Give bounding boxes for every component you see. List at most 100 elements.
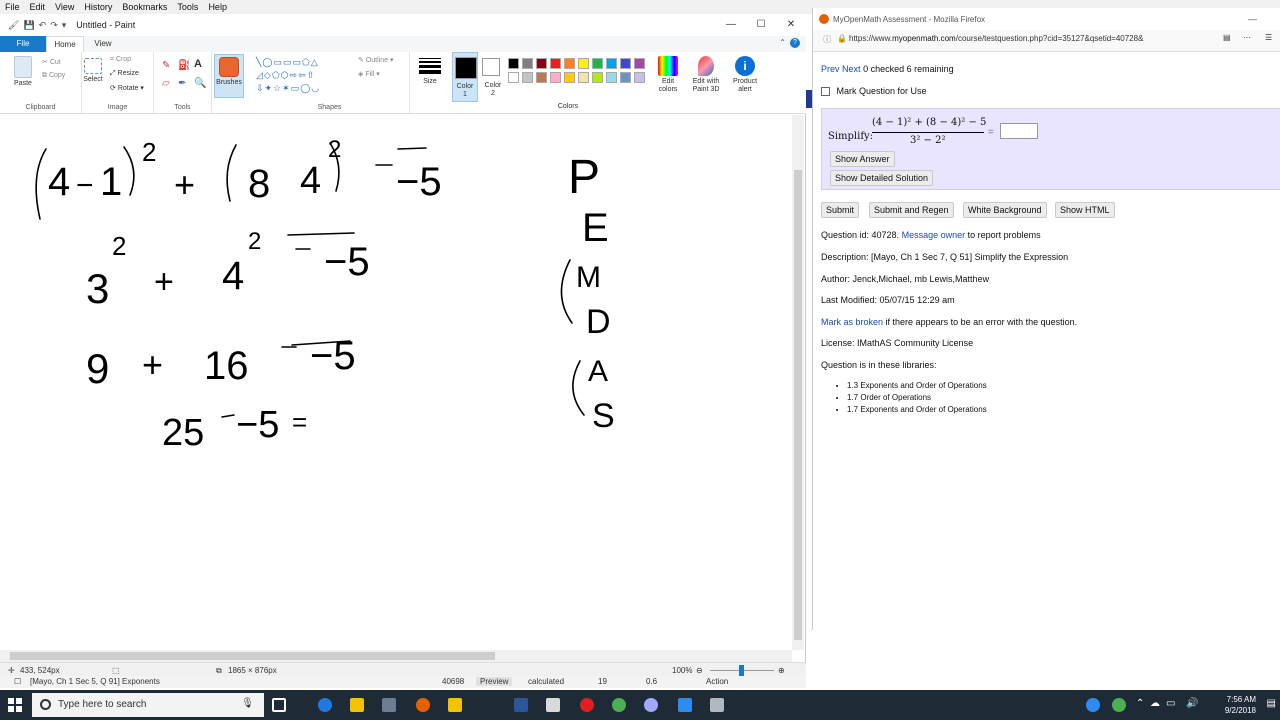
brushes-button[interactable]: Brushes: [214, 54, 244, 98]
zoom-out-icon[interactable]: ⊖: [696, 666, 703, 675]
redo-icon[interactable]: ↷: [50, 20, 58, 31]
people-icon[interactable]: [1112, 698, 1126, 712]
file-explorer-icon[interactable]: [448, 698, 462, 712]
tab-file[interactable]: File: [0, 36, 46, 52]
menu-tools[interactable]: Tools: [172, 2, 203, 12]
taskbar-search[interactable]: Type here to search 🎙: [32, 693, 264, 717]
help-icon[interactable]: ?: [790, 38, 800, 48]
fill-button[interactable]: ◈ Fill ▾: [358, 70, 380, 78]
color-picker-icon[interactable]: ✒: [178, 78, 186, 89]
prev-link[interactable]: Prev: [821, 64, 840, 74]
undo-icon[interactable]: ↶: [39, 20, 47, 31]
palette-swatch[interactable]: [508, 58, 519, 69]
zoom-in-icon[interactable]: ⊕: [778, 666, 785, 675]
vscroll-thumb[interactable]: [794, 170, 802, 640]
submit-button[interactable]: Submit: [821, 202, 860, 218]
palette-swatch[interactable]: [620, 72, 631, 83]
menu-bookmarks[interactable]: Bookmarks: [117, 2, 172, 12]
windows-start-icon[interactable]: [8, 698, 22, 712]
palette-swatch[interactable]: [620, 58, 631, 69]
show-solution-button[interactable]: Show Detailed Solution: [830, 170, 934, 186]
copy-button[interactable]: ⧉ Copy: [42, 72, 65, 80]
palette-swatch[interactable]: [550, 58, 561, 69]
palette-swatch[interactable]: [634, 72, 645, 83]
answer-input[interactable]: [1000, 123, 1038, 139]
help-tray-icon[interactable]: [1086, 698, 1100, 712]
select-button[interactable]: Select: [82, 58, 104, 83]
message-owner-link[interactable]: Message owner: [902, 230, 966, 240]
save-icon[interactable]: 💾: [23, 20, 34, 31]
maximize-icon[interactable]: ☐: [746, 14, 776, 36]
customize-qat-icon[interactable]: ▾: [62, 20, 67, 31]
product-alert-button[interactable]: i Product alert: [728, 56, 762, 94]
shapes-gallery[interactable]: ╲◯▭▭▭⬠△ ◿◇⬠⬡⇨⇦⇧ ⇩✦☆✶▭◯◡: [256, 56, 352, 96]
edit-colors-button[interactable]: Edit colors: [652, 56, 684, 94]
crop-button[interactable]: ⌗ Crop: [110, 56, 131, 64]
task-view-icon[interactable]: [272, 698, 286, 712]
magnifier-icon[interactable]: 🔍: [194, 78, 206, 89]
palette-swatch[interactable]: [606, 72, 617, 83]
palette-swatch[interactable]: [564, 72, 575, 83]
zoom-slider-thumb[interactable]: [739, 665, 744, 676]
firefox-taskbar-icon[interactable]: [416, 698, 430, 712]
palette-swatch[interactable]: [578, 58, 589, 69]
palette-swatch[interactable]: [578, 72, 589, 83]
palette-swatch[interactable]: [606, 58, 617, 69]
palette-swatch[interactable]: [508, 72, 519, 83]
mail-icon[interactable]: [546, 698, 560, 712]
ff-minimize-icon[interactable]: —: [1248, 14, 1257, 24]
address-bar[interactable]: ⓘ 🔒 https://www.myopenmath.com/course/te…: [813, 30, 1280, 52]
hscroll-thumb[interactable]: [10, 652, 495, 660]
tray-up-icon[interactable]: ⌃: [1136, 698, 1144, 709]
palette-swatch[interactable]: [536, 58, 547, 69]
info-circle-icon[interactable]: ⓘ: [823, 34, 831, 45]
edge-icon[interactable]: [318, 698, 332, 712]
palette-swatch[interactable]: [634, 58, 645, 69]
palette-swatch[interactable]: [522, 72, 533, 83]
hamburger-menu-icon[interactable]: ☰: [1265, 33, 1272, 42]
zoom-icon[interactable]: [678, 698, 692, 712]
minimize-icon[interactable]: —: [716, 14, 746, 36]
submit-regen-button[interactable]: Submit and Regen: [869, 202, 954, 218]
palette-swatch[interactable]: [564, 58, 575, 69]
palette-swatch[interactable]: [592, 58, 603, 69]
volume-icon[interactable]: 🔊: [1186, 698, 1198, 709]
word-icon[interactable]: [514, 698, 528, 712]
media-icon[interactable]: [580, 698, 594, 712]
palette-swatch[interactable]: [550, 72, 561, 83]
show-answer-button[interactable]: Show Answer: [830, 151, 895, 167]
menu-help[interactable]: Help: [203, 2, 232, 12]
menu-history[interactable]: History: [79, 2, 117, 12]
canvas-horizontal-scrollbar[interactable]: [0, 650, 792, 662]
canvas-vertical-scrollbar[interactable]: [792, 115, 804, 650]
rotate-button[interactable]: ⟳ Rotate ▾: [110, 84, 144, 92]
collapse-ribbon-icon[interactable]: ⌃: [779, 38, 786, 48]
mark-question-checkbox[interactable]: [821, 87, 830, 97]
mark-broken-link[interactable]: Mark as broken: [821, 317, 883, 327]
taskbar-clock[interactable]: 7:56 AM 9/2/2018: [1225, 694, 1256, 716]
color2-button[interactable]: Color 2: [480, 52, 506, 102]
edit-paint3d-button[interactable]: Edit with Paint 3D: [688, 56, 724, 94]
itunes-icon[interactable]: [644, 698, 658, 712]
store-icon[interactable]: [350, 698, 364, 712]
palette-swatch[interactable]: [536, 72, 547, 83]
cut-button[interactable]: ✂ Cut: [42, 58, 61, 66]
action-center-icon[interactable]: ▤: [1267, 698, 1276, 709]
outline-button[interactable]: ✎ Outline ▾: [358, 56, 393, 64]
fill-bucket-icon[interactable]: ⛽: [178, 60, 190, 71]
onedrive-icon[interactable]: ☁: [1150, 698, 1160, 709]
pencil-icon[interactable]: ✎: [162, 60, 170, 71]
bg-action-select[interactable]: Action: [706, 677, 728, 686]
microphone-icon[interactable]: 🎙: [241, 698, 254, 709]
chrome-icon[interactable]: [612, 698, 626, 712]
palette-swatch[interactable]: [522, 58, 533, 69]
close-icon[interactable]: ✕: [776, 14, 806, 36]
white-background-button[interactable]: White Background: [963, 202, 1047, 218]
color1-button[interactable]: Color 1: [452, 52, 478, 102]
resize-button[interactable]: ⤢ Resize: [110, 70, 139, 78]
size-button[interactable]: Size: [416, 56, 444, 85]
paint-taskbar-icon[interactable]: [382, 698, 396, 712]
tab-home[interactable]: Home: [46, 36, 84, 52]
paste-button[interactable]: Paste: [10, 56, 36, 87]
paint-canvas[interactable]: 4 − 1 2 + 8 4 2 −5 3 2 + 4 2 −5 9 + 16 −…: [0, 115, 792, 645]
